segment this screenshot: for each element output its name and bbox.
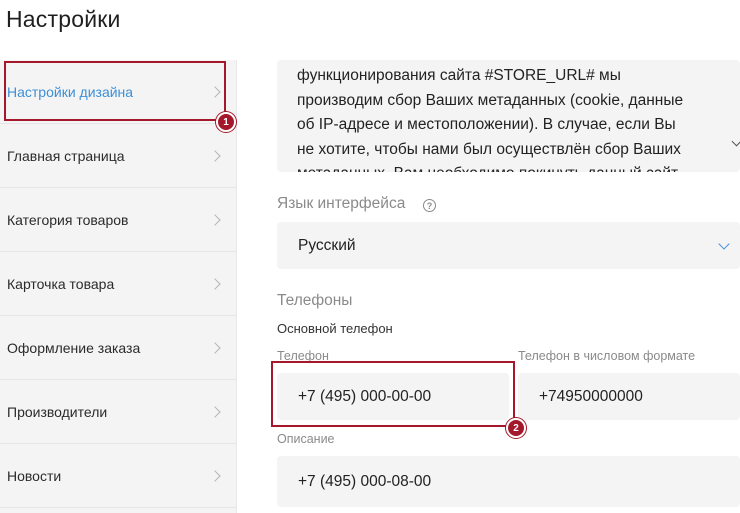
chevron-down-icon	[718, 238, 730, 250]
page-title: Настройки	[6, 6, 121, 32]
numeric-phone-input[interactable]: +74950000000	[518, 373, 740, 420]
sidebar-item-label: Оформление заказа	[7, 339, 141, 356]
sidebar-item-manufacturers[interactable]: Производители	[0, 380, 237, 444]
question-icon[interactable]: ?	[423, 199, 436, 212]
numeric-phone-label: Телефон в числовом формате	[518, 349, 696, 363]
sidebar-item-label: Главная страница	[7, 147, 125, 164]
chevron-right-icon	[209, 405, 221, 418]
sidebar-item-product-card[interactable]: Карточка товара	[0, 252, 237, 316]
phones-section-title: Телефоны	[277, 292, 353, 309]
language-select[interactable]: Русский	[277, 222, 740, 269]
cookie-notice-textarea[interactable]: функционирования сайта #STORE_URL# мы пр…	[277, 60, 740, 172]
chevron-right-icon	[209, 469, 221, 482]
main-phone-title: Основной телефон	[277, 321, 393, 336]
description-input[interactable]: +7 (495) 000-08-00	[277, 456, 740, 507]
sidebar-item-label: Карточка товара	[7, 275, 115, 292]
chevron-right-icon	[209, 213, 221, 226]
sidebar-item-label: Производители	[7, 403, 108, 420]
language-select-value: Русский	[298, 236, 356, 254]
text-line: производим сбор Ваших метаданных (cookie…	[297, 91, 684, 109]
text-line: не хотите, чтобы нами был осуществлён сб…	[297, 140, 681, 158]
sidebar-item-checkout[interactable]: Оформление заказа	[0, 316, 237, 380]
sidebar-item-product-category[interactable]: Категория товаров	[0, 188, 237, 252]
callout-highlight-2	[271, 361, 515, 427]
chevron-right-icon	[209, 341, 221, 354]
sidebar-item-news[interactable]: Новости	[0, 444, 237, 508]
description-input-value: +7 (495) 000-08-00	[298, 472, 432, 490]
text-line: функционирования сайта #STORE_URL# мы	[297, 67, 621, 84]
description-label: Описание	[277, 432, 335, 446]
sidebar-item-label: Категория товаров	[7, 211, 129, 228]
chevron-right-icon	[209, 277, 221, 290]
chevron-right-icon	[209, 149, 221, 162]
settings-sidebar: Настройки дизайна Главная страница Катег…	[0, 60, 237, 513]
sidebar-item-label: Новости	[7, 467, 62, 484]
sidebar-item-home-page[interactable]: Главная страница	[0, 124, 237, 188]
language-label: Язык интерфейса	[277, 195, 406, 212]
callout-badge-2: 2	[506, 418, 526, 438]
callout-badge-1: 1	[216, 112, 236, 132]
callout-highlight-1	[4, 61, 226, 121]
text-line: метаданных. Вам необходимо покинуть данн…	[297, 162, 740, 172]
numeric-phone-input-value: +74950000000	[539, 387, 643, 405]
text-line: об IP-адресе и местоположении). В случае…	[297, 116, 676, 133]
